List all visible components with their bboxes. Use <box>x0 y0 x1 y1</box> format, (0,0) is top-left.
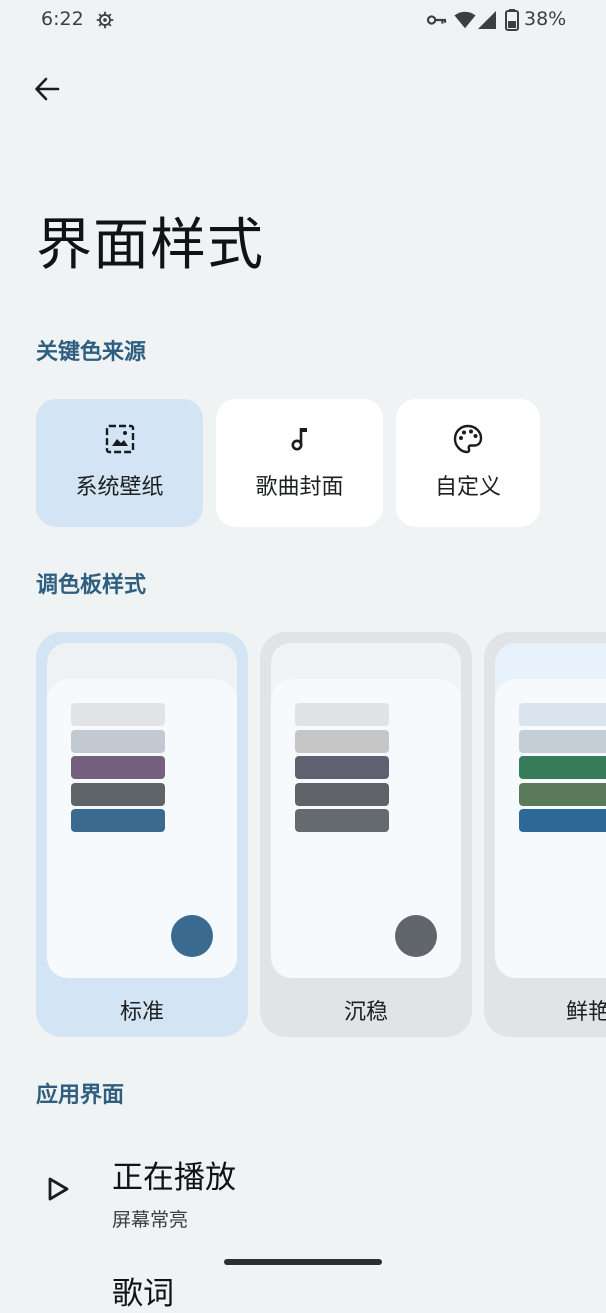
palette-swatch <box>295 783 389 806</box>
palette-swatch <box>71 756 165 779</box>
play-outline-icon <box>48 1177 69 1201</box>
palette-option-standard[interactable]: 标准 <box>36 632 248 1037</box>
music-note-icon <box>291 428 307 451</box>
palette-swatch <box>71 809 165 832</box>
palette-option-label: 标准 <box>119 1000 164 1025</box>
source-option-label: 歌曲封面 <box>255 475 344 500</box>
palette-swatch <box>295 809 389 832</box>
palette-option-label: 沉稳 <box>343 1000 388 1025</box>
gesture-home-bar[interactable] <box>224 1259 382 1265</box>
back-button[interactable] <box>26 68 68 110</box>
source-option-custom[interactable]: 自定义 <box>396 399 540 527</box>
lyrics-item-title[interactable]: 歌词 <box>112 1268 174 1313</box>
arrow-left-icon <box>35 77 60 101</box>
palette-option-label: 鲜艳 <box>566 1000 606 1025</box>
source-option-label: 自定义 <box>434 475 501 500</box>
source-option-wallpaper[interactable]: 系统壁纸 <box>36 399 203 527</box>
wallpaper-icon <box>105 424 134 454</box>
vpn-key-icon <box>426 15 447 25</box>
status-time: 6:22 <box>41 8 84 30</box>
palette-accent-dot <box>395 915 437 957</box>
palette-swatch <box>295 703 389 726</box>
source-option-song-cover[interactable]: 歌曲封面 <box>216 399 383 527</box>
section-title-key-color-source: 关键色来源 <box>36 340 147 365</box>
palette-option-calm[interactable]: 沉稳 <box>260 632 472 1037</box>
palette-swatch <box>71 730 165 753</box>
source-option-label: 系统壁纸 <box>75 475 164 500</box>
section-title-app-interface: 应用界面 <box>36 1083 125 1108</box>
palette-swatch <box>519 756 606 779</box>
palette-option-vibrant[interactable]: 鲜艳 <box>484 632 606 1037</box>
battery-icon <box>505 9 519 31</box>
palette-swatch <box>519 703 606 726</box>
palette-swatch <box>71 703 165 726</box>
palette-swatch <box>71 783 165 806</box>
palette-swatch <box>519 730 606 753</box>
palette-accent-dot <box>171 915 213 957</box>
palette-swatch <box>295 756 389 779</box>
palette-swatch <box>519 809 606 832</box>
section-title-palette-style: 调色板样式 <box>36 573 147 598</box>
palette-icon <box>453 424 483 454</box>
palette-swatch <box>295 730 389 753</box>
gear-icon <box>96 11 114 29</box>
now-playing-item-subtitle: 屏幕常亮 <box>112 1209 189 1231</box>
wifi-icon <box>454 11 476 29</box>
palette-swatch <box>519 783 606 806</box>
cell-signal-icon <box>478 11 496 29</box>
now-playing-item-title[interactable]: 正在播放 <box>112 1152 236 1197</box>
battery-percent: 38% <box>524 8 567 30</box>
page-title: 界面样式 <box>36 213 264 278</box>
